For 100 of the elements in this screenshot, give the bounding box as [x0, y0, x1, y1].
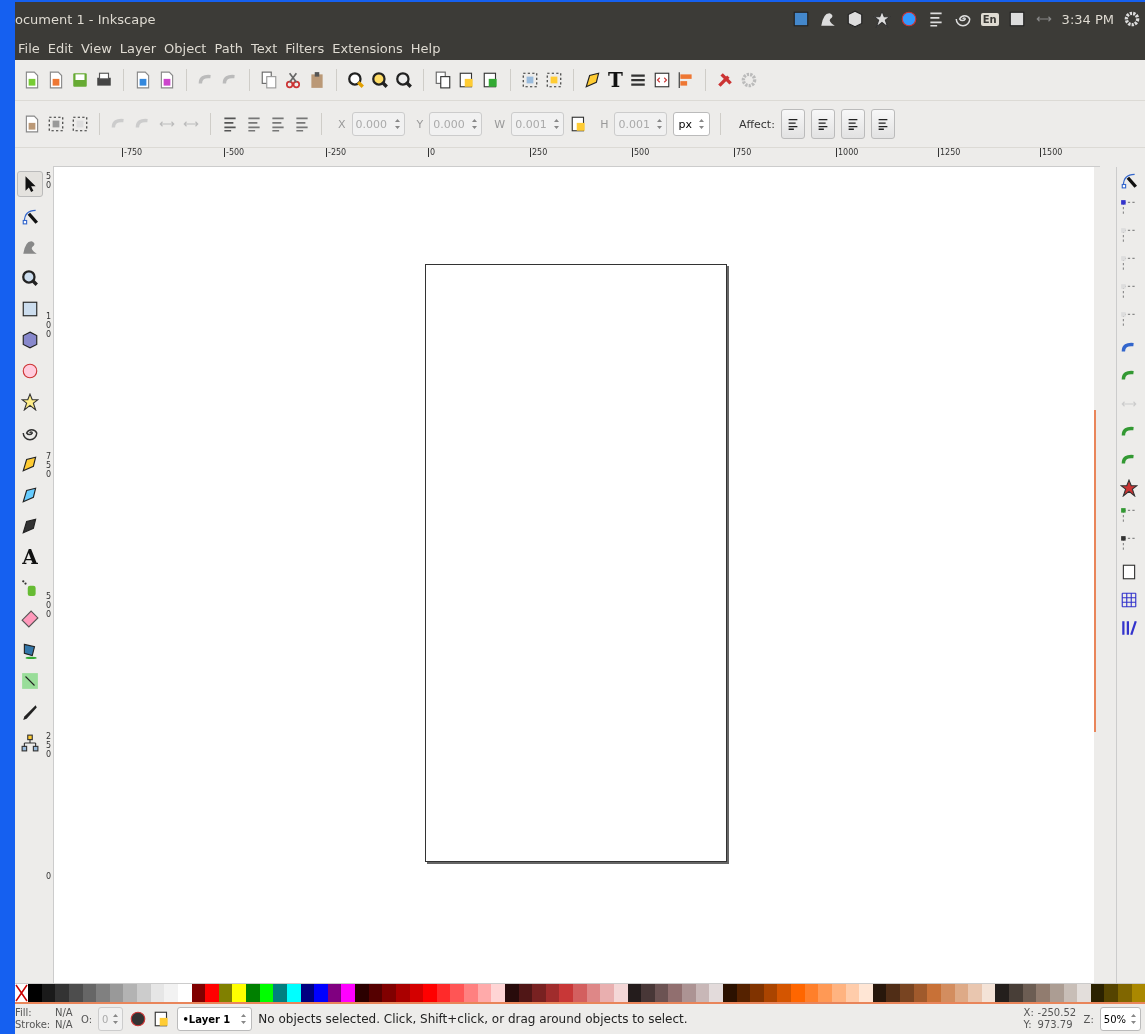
- color-swatch[interactable]: [137, 984, 151, 1002]
- spinner-arrows-icon[interactable]: [697, 118, 705, 130]
- duplicate-icon[interactable]: [434, 71, 452, 89]
- paint-bucket-icon[interactable]: [21, 641, 39, 659]
- select-all-icon[interactable]: [23, 115, 41, 133]
- color-swatch[interactable]: [246, 984, 260, 1002]
- color-swatch[interactable]: [232, 984, 246, 1002]
- color-swatch[interactable]: [164, 984, 178, 1002]
- menu-item[interactable]: View: [80, 40, 112, 56]
- layers-icon[interactable]: [628, 71, 647, 89]
- color-swatch[interactable]: [491, 984, 505, 1002]
- spinner-arrows-icon[interactable]: [1130, 1013, 1137, 1025]
- color-swatch[interactable]: [859, 984, 873, 1002]
- color-swatch[interactable]: [600, 984, 614, 1002]
- text-tool-icon[interactable]: T: [608, 71, 623, 89]
- spinner-arrows-icon[interactable]: [240, 1013, 248, 1025]
- color-swatch[interactable]: [709, 984, 723, 1002]
- color-swatch[interactable]: [464, 984, 478, 1002]
- color-swatch[interactable]: [1077, 984, 1091, 1002]
- clone-icon[interactable]: [458, 71, 476, 89]
- spinner-arrows-icon[interactable]: [112, 1013, 120, 1025]
- cloud-icon[interactable]: [818, 10, 837, 28]
- color-swatch[interactable]: [886, 984, 900, 1002]
- clock[interactable]: 3:34 PM: [1061, 11, 1114, 27]
- color-swatch[interactable]: [123, 984, 137, 1002]
- unlink-clone-icon[interactable]: [482, 71, 500, 89]
- xml-editor-icon[interactable]: [652, 71, 671, 89]
- color-swatch[interactable]: [641, 984, 655, 1002]
- menu-item[interactable]: Object: [164, 40, 207, 56]
- tweak-icon[interactable]: [21, 238, 39, 256]
- zoom-page-icon[interactable]: [395, 71, 413, 89]
- calligraphy-icon[interactable]: [21, 517, 39, 535]
- import-icon[interactable]: [134, 71, 152, 89]
- color-swatch[interactable]: [750, 984, 764, 1002]
- spray-icon[interactable]: [21, 579, 39, 597]
- color-swatch[interactable]: [205, 984, 219, 1002]
- color-swatch[interactable]: [968, 984, 982, 1002]
- snap-guide-icon[interactable]: [1120, 619, 1138, 637]
- color-swatch[interactable]: [273, 984, 287, 1002]
- snap-page-icon[interactable]: [1120, 563, 1138, 581]
- color-swatch[interactable]: [314, 984, 328, 1002]
- snap-grid-icon[interactable]: [1120, 591, 1138, 609]
- color-swatch[interactable]: [1118, 984, 1132, 1002]
- color-swatch[interactable]: [532, 984, 546, 1002]
- color-swatch[interactable]: [1104, 984, 1118, 1002]
- menu-item[interactable]: Help: [410, 40, 441, 56]
- copy-icon[interactable]: [260, 71, 278, 89]
- zoom-field[interactable]: 50%: [1099, 1007, 1141, 1031]
- spinner-arrows-icon[interactable]: [553, 118, 561, 130]
- pen-icon[interactable]: [21, 486, 39, 504]
- spinner-arrows-icon[interactable]: [656, 118, 664, 130]
- deselect-icon[interactable]: [71, 115, 89, 133]
- color-swatch[interactable]: [559, 984, 573, 1002]
- color-swatch[interactable]: [55, 984, 69, 1002]
- color-swatch[interactable]: [355, 984, 369, 1002]
- color-swatch[interactable]: [382, 984, 396, 1002]
- unit-dropdown[interactable]: px: [673, 112, 710, 136]
- color-swatch[interactable]: [1036, 984, 1050, 1002]
- snap-toggle-icon[interactable]: [1120, 171, 1138, 189]
- color-swatch[interactable]: [927, 984, 941, 1002]
- color-swatch[interactable]: [96, 984, 110, 1002]
- ellipse-icon[interactable]: [21, 362, 39, 380]
- color-swatch[interactable]: [573, 984, 587, 1002]
- connector-icon[interactable]: [21, 734, 39, 752]
- new-document-icon[interactable]: [23, 71, 41, 89]
- color-swatch[interactable]: [341, 984, 355, 1002]
- text-tool-icon[interactable]: A: [22, 548, 38, 566]
- image-viewer-icon[interactable]: [791, 10, 810, 28]
- color-swatch[interactable]: [900, 984, 914, 1002]
- align-icon[interactable]: [676, 71, 695, 89]
- print-icon[interactable]: [95, 71, 113, 89]
- scrollbar-indicator[interactable]: [1094, 410, 1096, 732]
- rectangle-icon[interactable]: [21, 300, 39, 318]
- color-swatch[interactable]: [450, 984, 464, 1002]
- menu-item[interactable]: Path: [214, 40, 243, 56]
- menu-item[interactable]: Filters: [285, 40, 325, 56]
- spinner-arrows-icon[interactable]: [471, 118, 479, 130]
- spinner-arrows-icon[interactable]: [393, 118, 401, 130]
- color-swatch[interactable]: [995, 984, 1009, 1002]
- affect-toggle[interactable]: [840, 109, 865, 139]
- eraser-icon[interactable]: [21, 610, 39, 628]
- menu-item[interactable]: Edit: [47, 40, 73, 56]
- color-swatch[interactable]: [28, 984, 42, 1002]
- star-icon[interactable]: [21, 393, 39, 411]
- color-swatch[interactable]: [668, 984, 682, 1002]
- fill-stroke-icon[interactable]: [584, 71, 602, 89]
- color-swatch[interactable]: [423, 984, 437, 1002]
- menu-item[interactable]: Layer: [119, 40, 157, 56]
- layer-dropdown[interactable]: •Layer 1: [177, 1007, 253, 1031]
- no-paint-swatch[interactable]: [15, 984, 28, 1002]
- paste-icon[interactable]: [308, 71, 326, 89]
- settings-icon[interactable]: [1123, 10, 1141, 28]
- select-all-layers-icon[interactable]: [47, 115, 65, 133]
- zoom-drawing-icon[interactable]: [371, 71, 389, 89]
- ungroup-icon[interactable]: [545, 71, 563, 89]
- dropper-icon[interactable]: [21, 703, 39, 721]
- color-swatch[interactable]: [777, 984, 791, 1002]
- save-icon[interactable]: [71, 71, 89, 89]
- menu-item[interactable]: Extensions: [332, 40, 403, 56]
- affect-toggle[interactable]: [810, 109, 835, 139]
